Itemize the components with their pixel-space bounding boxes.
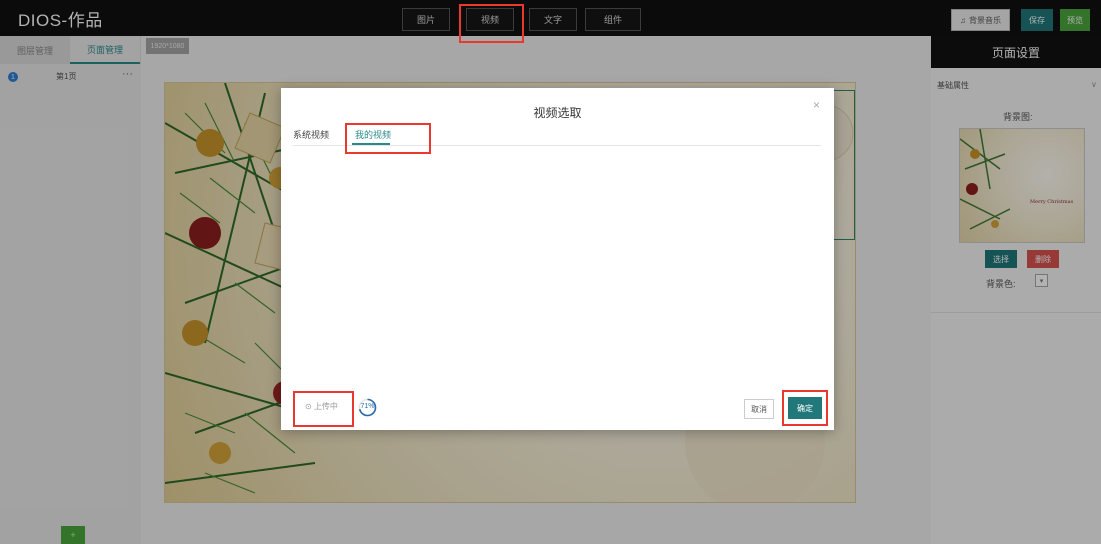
tab-my-videos[interactable]: 我的视频 <box>355 128 391 141</box>
upload-status: ⊙ 上传中 <box>305 401 338 412</box>
video-select-dialog: 视频选取 × 系统视频 我的视频 ⊙ 上传中 71% 取消 确定 <box>281 88 834 430</box>
loading-icon: ⊙ <box>305 402 314 411</box>
close-icon[interactable]: × <box>813 98 820 112</box>
tab-divider <box>293 145 821 146</box>
confirm-button[interactable]: 确定 <box>788 397 822 419</box>
tab-system-videos[interactable]: 系统视频 <box>293 128 329 141</box>
cancel-button[interactable]: 取消 <box>744 399 774 419</box>
upload-progress-percent: 71% <box>360 403 375 410</box>
upload-progress-ring: 71% <box>358 398 377 417</box>
upload-status-label: 上传中 <box>313 402 338 411</box>
dialog-title: 视频选取 <box>533 106 582 120</box>
